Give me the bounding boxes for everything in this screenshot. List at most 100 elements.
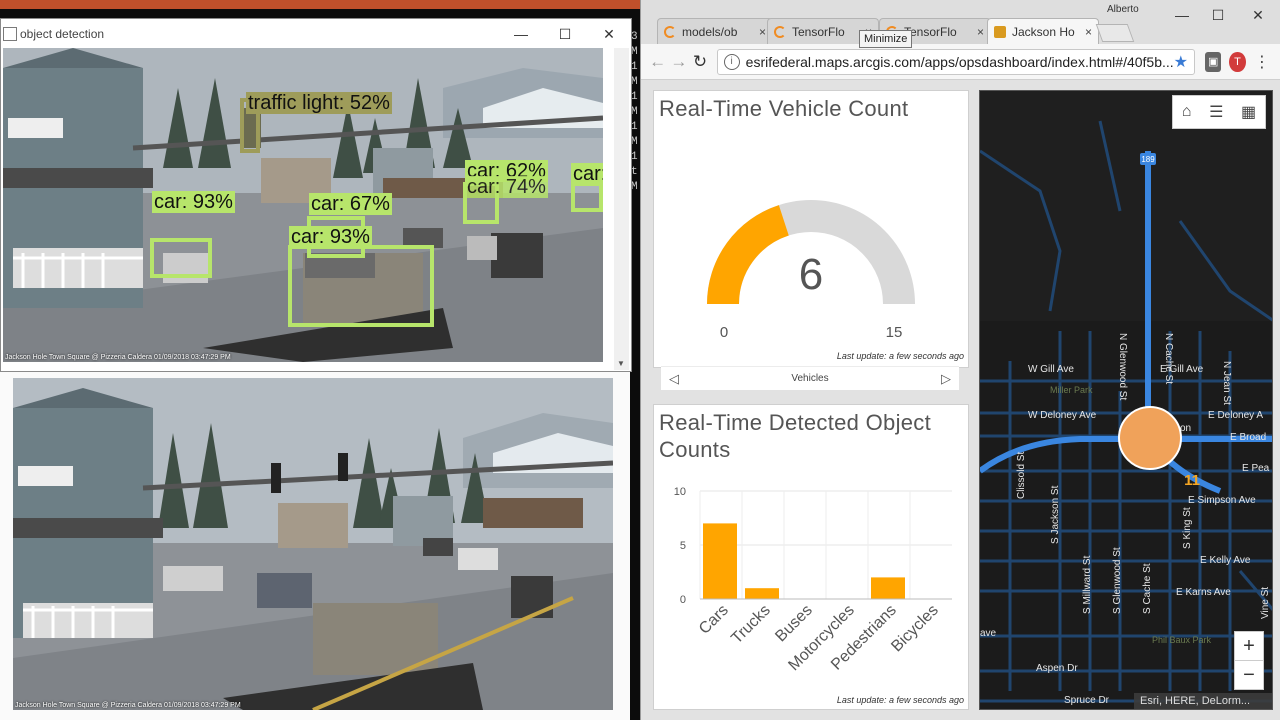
minimize-icon[interactable]: — [1165,2,1199,28]
gauge-fill [707,205,790,305]
tab-label: models/ob [682,24,738,39]
extension-icon[interactable]: T [1229,51,1246,72]
street-label: E Kelly Ave [1200,555,1251,566]
street-label: ave [980,628,997,639]
x-tick-label: Trucks [728,602,774,648]
tab-jackson-hole[interactable]: Jackson Ho × [987,18,1099,44]
street-label: S King St [1182,507,1193,549]
new-tab-button[interactable] [1095,24,1135,42]
next-icon[interactable]: ▷ [941,371,951,387]
tab-models[interactable]: models/ob × [657,18,773,44]
street-label: N Jean St [1221,361,1232,405]
vehicle-count-card: Real-Time Vehicle Count 6 0 15 Last upda… [653,90,969,368]
close-icon[interactable]: ✕ [1241,2,1275,28]
url-text[interactable]: esrifederal.maps.arcgis.com/apps/opsdash… [746,54,1174,70]
minimize-icon[interactable]: — [499,19,543,49]
forward-arrow-icon[interactable]: → [668,49,689,75]
close-tab-icon[interactable]: × [759,25,766,39]
street-label: N Cache St [1163,333,1174,384]
browser-window: models/ob × TensorFlo × TensorFlo × Jack… [640,0,1280,720]
maximize-icon[interactable]: ☐ [543,19,587,49]
street-label: S Glenwood St [1112,547,1123,614]
desktop: 3M1M1M1M1tM object detection — ☐ ✕ Jacks… [0,0,1280,720]
gauge-min: 0 [720,324,728,341]
zoom-out-button[interactable]: − [1234,660,1264,690]
extension-icon[interactable]: ▣ [1205,51,1222,72]
card-title-line: Real-Time Detected Object [659,410,932,435]
zoom-in-button[interactable]: + [1234,631,1264,661]
camera-caption: Jackson Hole Town Square @ Pizzeria Cald… [15,702,241,709]
detection-label: car: 5 [571,163,603,185]
y-tick-label: 0 [680,594,686,606]
scroll-down-icon[interactable]: ▼ [617,359,625,368]
town-square-scene [13,378,613,710]
profile-name[interactable]: Alberto [1107,4,1139,15]
bar-trucks [745,588,779,599]
detection-label: car: 67% [309,193,392,215]
card-title-line: Counts [659,437,731,462]
close-tab-icon[interactable]: × [1085,25,1092,39]
bookmark-star-icon[interactable]: ★ [1174,52,1188,72]
park-label: Miller Park [1050,385,1093,395]
street-label: Aspen Dr [1036,663,1078,674]
qr-icon[interactable]: ▦ [1241,102,1256,122]
home-icon[interactable]: ⌂ [1182,103,1192,121]
map-attribution: Esri, HERE, DeLorm... [1134,693,1272,709]
street-label: S Jackson St [1050,485,1061,544]
x-tick-label: Bicycles [888,602,942,656]
detection-label: traffic light: 52% [246,92,392,114]
detection-video-feed: Jackson Hole Town Square @ Pizzeria Cald… [3,48,603,362]
street-label: E Karns Ave [1176,587,1231,598]
map-controls: ⌂ ☰ ▦ [1172,95,1266,129]
street-label: W Deloney Ave [1028,410,1097,421]
dashboard-page: Real-Time Vehicle Count 6 0 15 Last upda… [641,80,1280,720]
tab-favicon-icon [994,25,1006,38]
gauge-selector[interactable]: ◁ Vehicles ▷ [661,366,959,390]
close-icon[interactable]: ✕ [587,19,631,49]
bar-cars [703,523,737,599]
maximize-icon[interactable]: ☐ [1201,2,1235,28]
address-bar[interactable]: i esrifederal.maps.arcgis.com/apps/opsda… [716,48,1196,75]
street-label: N Glenwood St [1117,333,1128,400]
object-detection-titlebar[interactable]: object detection — ☐ ✕ [1,19,631,49]
x-tick-label: Cars [696,602,732,638]
street-label: S Cache St [1142,563,1153,614]
detection-label: car: 93% [152,191,235,213]
gauge-value: 6 [799,250,823,299]
vertical-scrollbar[interactable]: ▼ [614,48,629,370]
info-icon[interactable]: i [723,53,740,70]
tab-favicon-icon [664,25,676,38]
detection-label: car: 93% [289,226,372,248]
minimize-tooltip: Minimize [859,30,913,48]
tab-favicon-icon [774,25,786,38]
street-map: 189 11 W Gill Ave E Gill Ave W Deloney A… [980,91,1272,709]
street-label: W Gill Ave [1028,364,1074,375]
cluster-marker[interactable] [1118,406,1182,470]
street-label: Vine St [1260,587,1271,619]
cluster-count: 11 [1184,472,1200,489]
last-update-text: Last update: a few seconds ago [836,695,964,705]
street-label: Spruce Dr [1064,695,1110,706]
browser-toolbar: ← → ↻ i esrifederal.maps.arcgis.com/apps… [641,44,1280,80]
close-tab-icon[interactable]: × [977,25,984,39]
raw-video-feed: Jackson Hole Town Square @ Pizzeria Cald… [13,378,613,710]
gauge-max: 15 [886,324,903,341]
card-title: Real-Time Detected Object Counts [659,409,931,463]
back-arrow-icon[interactable]: ← [647,49,668,75]
detection-box-car [150,238,212,278]
reload-icon[interactable]: ↻ [689,49,710,75]
object-counts-card: Real-Time Detected Object Counts 0 5 10 Cars… [653,404,969,710]
camera-caption: Jackson Hole Town Square @ Pizzeria Cald… [5,354,231,361]
menu-icon[interactable]: ⋮ [1254,52,1270,72]
tab-strip: models/ob × TensorFlo × TensorFlo × Jack… [641,0,1280,48]
highway-shield: 189 [1141,155,1155,164]
tab-label: TensorFlo [792,24,845,39]
card-title: Real-Time Vehicle Count [659,96,909,121]
tab-label: TensorFlo [904,24,957,39]
background-window-titlebar [0,0,640,9]
map-view[interactable]: 189 11 W Gill Ave E Gill Ave W Deloney A… [979,90,1273,710]
street-label: on [1180,423,1191,434]
selector-label: Vehicles [791,373,829,384]
list-icon[interactable]: ☰ [1209,102,1223,122]
object-counts-chart: 0510CarsTrucksBusesMotorcyclesPedestrian… [674,486,952,674]
